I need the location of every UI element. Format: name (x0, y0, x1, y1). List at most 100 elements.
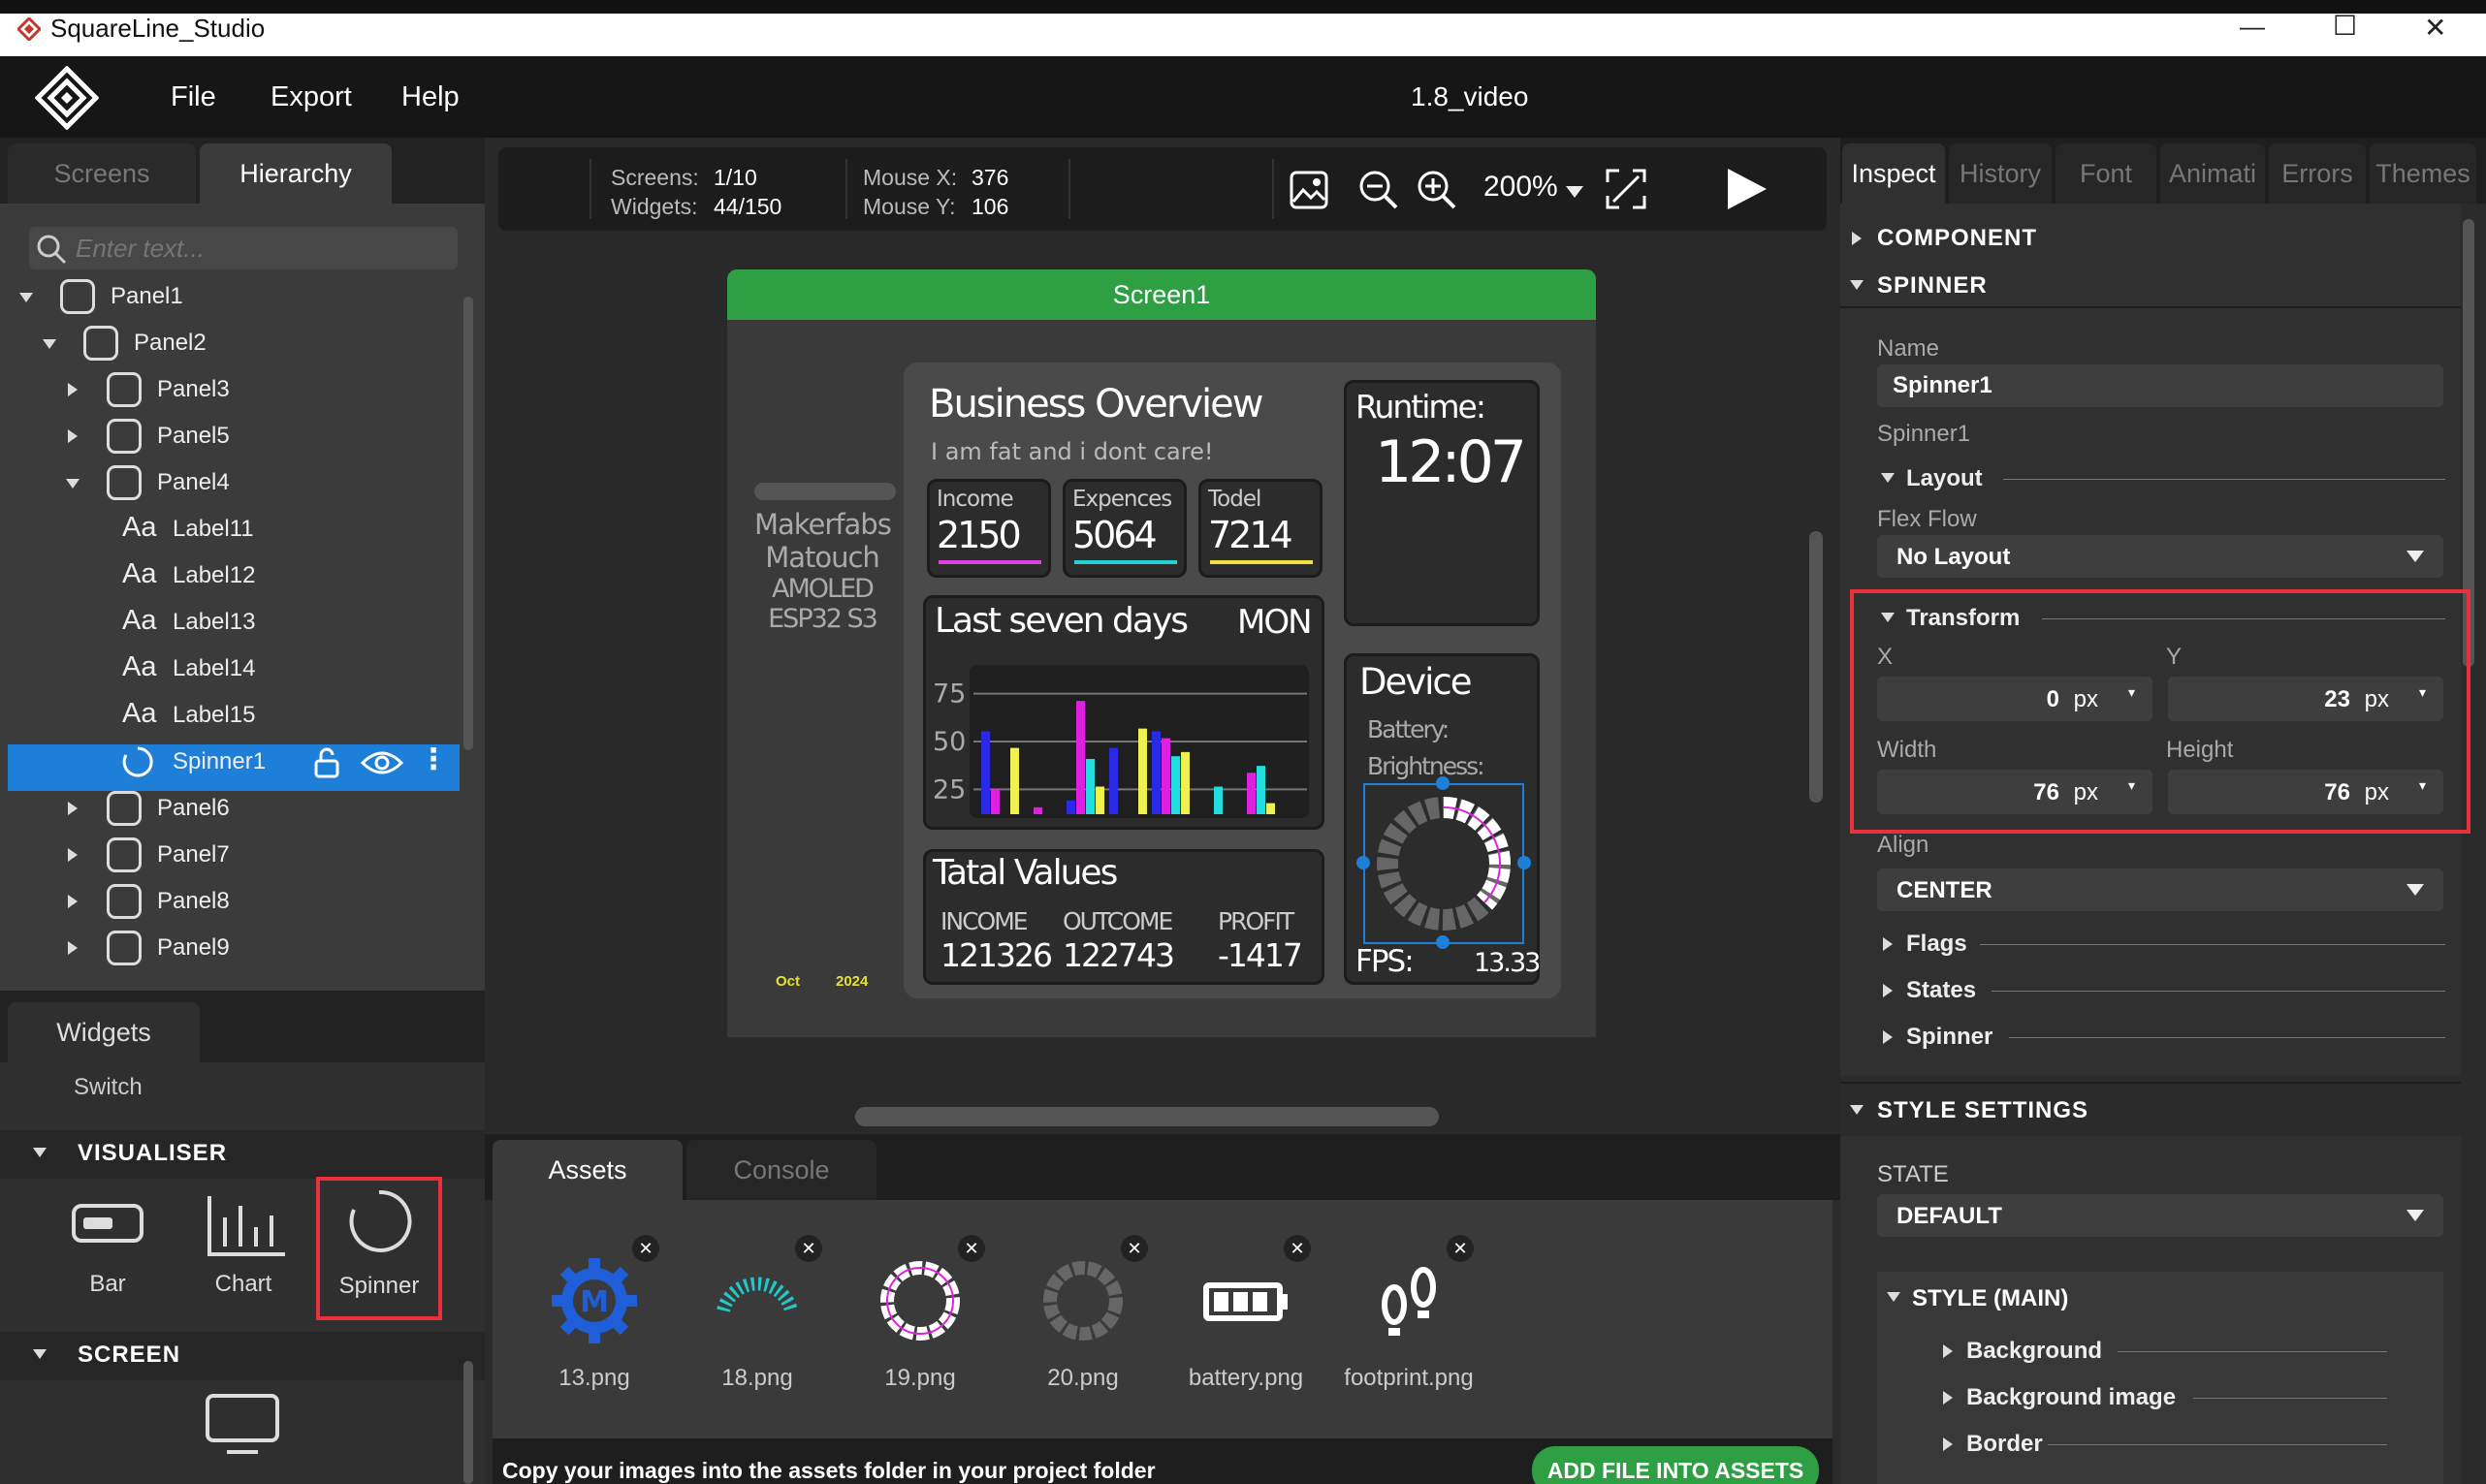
hierarchy-scrollbar[interactable] (463, 297, 473, 750)
canvas-vscrollbar[interactable] (1809, 531, 1823, 803)
spinner-section[interactable]: SPINNER (1877, 272, 1988, 300)
resize-handle[interactable] (1356, 856, 1370, 869)
transform-title[interactable]: Transform (1906, 605, 2020, 632)
flex-flow-select[interactable]: No Layout (1877, 535, 2443, 578)
play-button[interactable] (1722, 165, 1770, 218)
visualiser-header[interactable] (0, 1130, 485, 1179)
tab-screens[interactable]: Screens (8, 143, 196, 204)
zoom-dropdown[interactable]: 200% (1483, 171, 1590, 209)
width-input[interactable]: 76 px ▾ (1877, 770, 2152, 814)
collapse-icon[interactable] (66, 479, 80, 489)
flags-title[interactable]: Flags (1906, 931, 1967, 958)
zoom-in-icon[interactable] (1416, 169, 1458, 216)
background-image-title[interactable]: Background image (1966, 1384, 2176, 1411)
tree-item-label[interactable]: Panel4 (157, 469, 230, 496)
border-expand-icon[interactable] (1943, 1437, 1953, 1451)
remove-asset-icon[interactable]: ✕ (958, 1235, 985, 1262)
widget-switch[interactable]: Switch (74, 1074, 143, 1101)
expand-icon[interactable] (68, 429, 78, 443)
footprint-icon[interactable] (1355, 1250, 1462, 1347)
close-button[interactable]: ✕ (2424, 12, 2446, 44)
tree-item-label[interactable]: Panel6 (157, 795, 230, 822)
style-settings-title[interactable]: STYLE SETTINGS (1877, 1097, 2088, 1124)
zoom-out-icon[interactable] (1357, 169, 1400, 216)
expand-icon[interactable] (68, 848, 78, 862)
tree-item-label[interactable]: Label13 (173, 609, 255, 636)
tab-console[interactable]: Console (686, 1140, 876, 1200)
component-expand-icon[interactable] (1852, 232, 1862, 245)
tree-item-label[interactable]: Panel8 (157, 888, 230, 915)
menu-help[interactable]: Help (401, 81, 460, 113)
tree-item-label[interactable]: Panel3 (157, 376, 230, 403)
background-image-icon[interactable] (1288, 169, 1330, 216)
resize-handle[interactable] (1436, 935, 1450, 949)
widgets-scrollbar[interactable] (463, 1361, 473, 1484)
tree-item-label[interactable]: Label12 (173, 562, 255, 589)
collapse-icon[interactable] (19, 293, 33, 302)
transform-collapse-icon[interactable] (1881, 613, 1895, 622)
style-settings-collapse-icon[interactable] (1850, 1105, 1864, 1115)
spinner-sub-expand-icon[interactable] (1883, 1030, 1893, 1044)
spinner-selection[interactable] (1363, 783, 1524, 944)
gear-m-logo-icon[interactable]: M (541, 1250, 648, 1347)
background-title[interactable]: Background (1966, 1338, 2102, 1365)
height-unit-caret-icon[interactable]: ▾ (2419, 777, 2426, 794)
screen-header[interactable] (0, 1332, 485, 1380)
tab-assets[interactable]: Assets (493, 1140, 683, 1200)
tab-font[interactable]: Font (2056, 143, 2156, 204)
menu-file[interactable]: File (171, 81, 216, 113)
tab-errors[interactable]: Errors (2269, 143, 2366, 204)
expand-icon[interactable] (68, 383, 78, 396)
gray-ring-icon[interactable] (1030, 1250, 1136, 1347)
tree-item-label[interactable]: Panel2 (134, 330, 207, 357)
battery-icon[interactable] (1193, 1250, 1299, 1347)
maximize-button[interactable]: ☐ (2333, 10, 2357, 42)
align-select[interactable]: CENTER (1877, 868, 2443, 911)
tab-widgets[interactable]: Widgets (8, 1002, 200, 1062)
fit-screen-icon[interactable] (1604, 167, 1648, 216)
add-file-button[interactable]: ADD FILE INTO ASSETS (1532, 1446, 1819, 1484)
tab-history[interactable]: History (1949, 143, 2052, 204)
tab-hierarchy[interactable]: Hierarchy (200, 143, 392, 204)
component-section[interactable]: COMPONENT (1877, 225, 2037, 252)
tree-item-label[interactable]: Spinner1 (173, 748, 266, 775)
layout-title[interactable]: Layout (1906, 465, 1983, 492)
white-ring-icon[interactable] (867, 1250, 973, 1347)
widget-chart[interactable]: Chart (192, 1188, 295, 1305)
tree-item-label[interactable]: Panel9 (157, 934, 230, 962)
width-unit-caret-icon[interactable]: ▾ (2128, 777, 2135, 794)
spinner-sub-title[interactable]: Spinner (1906, 1024, 1992, 1051)
tab-animati[interactable]: Animati (2160, 143, 2265, 204)
tree-item-label[interactable]: Label14 (173, 655, 255, 682)
x-unit-caret-icon[interactable]: ▾ (2128, 684, 2135, 701)
tab-inspect[interactable]: Inspect (1842, 143, 1945, 204)
background-image-expand-icon[interactable] (1943, 1391, 1953, 1405)
style-main-title[interactable]: STYLE (MAIN) (1912, 1285, 2068, 1312)
widget-spinner[interactable]: Spinner (316, 1177, 442, 1320)
canvas-hscrollbar[interactable] (855, 1107, 1439, 1126)
spinner-collapse-icon[interactable] (1850, 280, 1864, 290)
more-options-icon[interactable]: ⋮ (419, 742, 448, 776)
y-unit-caret-icon[interactable]: ▾ (2419, 684, 2426, 701)
background-expand-icon[interactable] (1943, 1344, 1953, 1358)
remove-asset-icon[interactable]: ✕ (632, 1235, 659, 1262)
unlock-icon[interactable] (310, 746, 343, 784)
states-title[interactable]: States (1906, 977, 1976, 1004)
y-input[interactable]: 23 px ▾ (2168, 677, 2443, 721)
tree-item-label[interactable]: Label11 (173, 516, 254, 543)
name-input[interactable]: Spinner1 (1877, 364, 2443, 407)
screen1-header[interactable]: Screen1 (727, 269, 1596, 320)
side-slider[interactable] (754, 483, 896, 500)
layout-collapse-icon[interactable] (1881, 473, 1895, 483)
menu-export[interactable]: Export (271, 81, 352, 113)
border-title[interactable]: Border (1966, 1431, 2043, 1458)
search-input[interactable] (76, 231, 444, 266)
height-input[interactable]: 76 px ▾ (2168, 770, 2443, 814)
remove-asset-icon[interactable]: ✕ (1447, 1235, 1474, 1262)
flags-expand-icon[interactable] (1883, 937, 1893, 951)
remove-asset-icon[interactable]: ✕ (1121, 1235, 1148, 1262)
resize-handle[interactable] (1517, 856, 1531, 869)
tree-item-label[interactable]: Panel7 (157, 841, 230, 868)
minimize-button[interactable]: — (2240, 12, 2265, 42)
remove-asset-icon[interactable]: ✕ (1284, 1235, 1311, 1262)
